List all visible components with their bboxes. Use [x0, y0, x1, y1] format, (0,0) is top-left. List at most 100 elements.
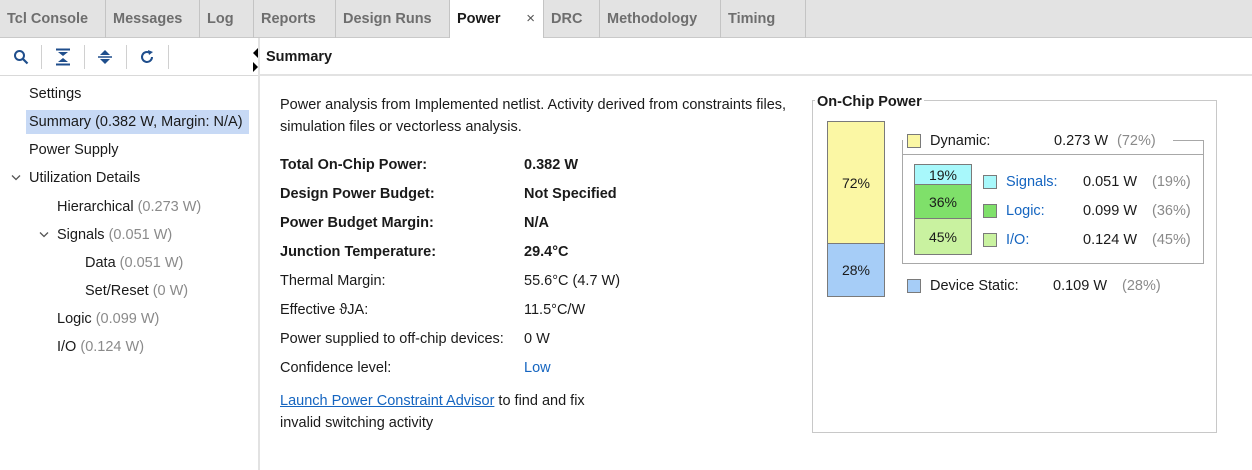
bracket-line: [902, 140, 903, 154]
signals-link[interactable]: Signals:: [1006, 172, 1058, 192]
bar-segment-label: 45%: [928, 228, 958, 245]
tab-label: Log: [207, 11, 234, 27]
legend-swatch: [983, 175, 997, 189]
splitter-arrows-icon[interactable]: [250, 46, 260, 74]
row-label: Power Budget Margin:: [280, 215, 434, 231]
tree-item-label: Hierarchical: [57, 199, 134, 215]
tree-item-label: Data: [85, 255, 116, 271]
on-chip-power-title: On-Chip Power: [815, 93, 924, 111]
row-label: Design Power Budget:: [280, 186, 435, 202]
row-label: Junction Temperature:: [280, 244, 437, 260]
tab-label: Tcl Console: [7, 11, 89, 27]
tree-item-label: Set/Reset: [85, 283, 149, 299]
tree-item-power-supply[interactable]: Power Supply: [26, 138, 121, 162]
tab-reports[interactable]: Reports: [254, 0, 336, 38]
row-label: Confidence level:: [280, 360, 392, 376]
pane-splitter[interactable]: [258, 38, 260, 470]
tab-label: Design Runs: [343, 11, 432, 27]
tab-timing[interactable]: Timing: [721, 0, 806, 38]
legend-label: Dynamic:: [930, 133, 991, 149]
legend-pct: (45%): [1152, 232, 1191, 248]
tree-item-logic[interactable]: Logic (0.099 W): [54, 307, 162, 331]
tree-item-settings[interactable]: Settings: [26, 82, 84, 106]
row-label: Thermal Margin:: [280, 273, 386, 289]
row-value: 0 W: [524, 331, 550, 347]
launch-advisor-text: Launch Power Constraint Advisor to find …: [280, 390, 620, 434]
legend-pct: (19%): [1152, 174, 1191, 190]
search-icon[interactable]: [10, 46, 32, 68]
legend-value: 0.273 W: [1054, 133, 1108, 149]
bar-segment-logic: 36%: [915, 185, 971, 219]
tab-log[interactable]: Log: [200, 0, 254, 38]
tab-design-runs[interactable]: Design Runs: [336, 0, 450, 38]
legend-value: 0.099 W: [1083, 203, 1137, 219]
tab-drc[interactable]: DRC: [544, 0, 600, 38]
tree-item-label: Utilization Details: [29, 170, 141, 186]
tree-item-value: (0 W): [152, 283, 189, 299]
toolbar-divider: [168, 45, 169, 69]
legend-swatch: [983, 233, 997, 247]
tree-item-value: (0.124 W): [80, 339, 145, 355]
legend-pct: (28%): [1122, 278, 1161, 294]
bar-segment-signals: 19%: [915, 165, 971, 185]
legend-value: 0.109 W: [1053, 278, 1107, 294]
dynamic-breakdown-box-edge: [902, 154, 903, 264]
summary-header: Summary: [260, 38, 1252, 76]
tree-item-summary[interactable]: Summary (0.382 W, Margin: N/A): [26, 110, 249, 134]
logic-link[interactable]: Logic:: [1006, 201, 1045, 221]
tree-item-value: (0.051 W): [108, 227, 173, 243]
tree-item-signals[interactable]: Signals (0.051 W): [54, 223, 175, 247]
legend-value: 0.051 W: [1083, 174, 1137, 190]
launch-power-constraint-advisor-link[interactable]: Launch Power Constraint Advisor: [280, 393, 494, 409]
confidence-level-link[interactable]: Low: [524, 354, 551, 383]
tree-item-label: Signals: [57, 227, 105, 243]
tab-label: DRC: [551, 11, 583, 27]
tree-item-io[interactable]: I/O (0.124 W): [54, 335, 147, 359]
bracket-line: [1203, 140, 1204, 154]
refresh-icon[interactable]: [136, 46, 158, 68]
tab-tcl-console[interactable]: Tcl Console: [0, 0, 106, 38]
power-bar-dynamic: 72%: [828, 122, 884, 244]
collapse-all-icon[interactable]: [52, 46, 74, 68]
legend-label: Device Static:: [930, 278, 1019, 294]
tab-label: Messages: [113, 11, 183, 27]
legend-pct: (36%): [1152, 203, 1191, 219]
chevron-down-icon[interactable]: [9, 166, 23, 190]
bar-segment-label: 19%: [928, 166, 958, 183]
toolbar-divider: [41, 45, 42, 69]
row-value: 0.382 W: [524, 157, 578, 173]
chevron-down-icon[interactable]: [37, 223, 51, 247]
tree-toolbar: [0, 38, 258, 76]
legend-device-static: Device Static: 0.109 W (28%): [907, 276, 1167, 296]
tab-messages[interactable]: Messages: [106, 0, 200, 38]
dynamic-breakdown-bar: 19% 36% 45%: [914, 164, 972, 255]
legend-signals: Signals: 0.051 W (19%): [983, 172, 1193, 192]
tree-item-data[interactable]: Data (0.051 W): [82, 251, 186, 275]
tree-item-utilization-details[interactable]: Utilization Details: [26, 166, 143, 190]
tree-item-hierarchical[interactable]: Hierarchical (0.273 W): [54, 195, 204, 219]
legend-swatch: [983, 204, 997, 218]
expand-all-icon[interactable]: [94, 46, 116, 68]
tree-item-set-reset[interactable]: Set/Reset (0 W): [82, 279, 191, 303]
tree-item-label: I/O: [57, 339, 77, 355]
row-value: 55.6°C (4.7 W): [524, 273, 621, 289]
row-value: Not Specified: [524, 186, 617, 202]
tree-item-value: (0.273 W): [137, 199, 202, 215]
tree-item-label: Settings: [29, 86, 82, 102]
tree-item-value: (0.099 W): [95, 311, 160, 327]
legend-io: I/O: 0.124 W (45%): [983, 230, 1193, 250]
bar-segment-io: 45%: [915, 219, 971, 254]
summary-tree: Settings Summary (0.382 W, Margin: N/A) …: [0, 77, 258, 470]
tab-methodology[interactable]: Methodology: [600, 0, 721, 38]
tab-power[interactable]: Power ×: [450, 0, 544, 39]
legend-logic: Logic: 0.099 W (36%): [983, 201, 1193, 221]
power-bar-static: 28%: [828, 244, 884, 296]
io-link[interactable]: I/O:: [1006, 230, 1029, 250]
toolbar-divider: [126, 45, 127, 69]
toolbar-divider: [84, 45, 85, 69]
close-icon[interactable]: ×: [526, 0, 535, 38]
tree-item-label: Power Supply: [29, 142, 119, 158]
legend-swatch: [907, 134, 921, 148]
tab-label: Timing: [728, 11, 776, 27]
row-label: Power supplied to off-chip devices:: [280, 331, 504, 347]
